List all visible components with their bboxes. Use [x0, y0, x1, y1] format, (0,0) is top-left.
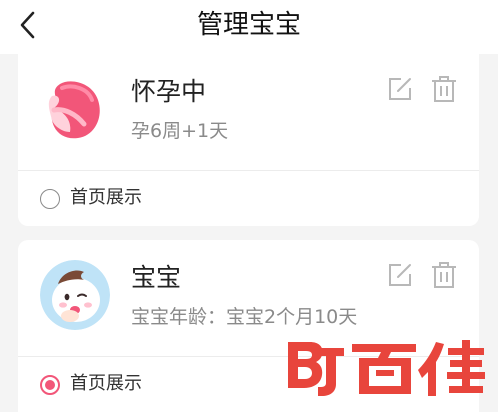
baby-status: 孕6周+1天 — [131, 120, 229, 142]
homepage-display-label: 首页展示 — [70, 373, 142, 394]
pregnant-belly-icon — [40, 74, 110, 144]
delete-button[interactable] — [431, 75, 457, 103]
watermark-logo — [286, 338, 486, 398]
edit-button[interactable] — [387, 262, 413, 288]
delete-button[interactable] — [431, 261, 457, 289]
edit-button[interactable] — [387, 76, 413, 102]
top-bar: 管理宝宝 — [0, 0, 498, 54]
baby-age: 宝宝年龄：宝宝2个月10天 — [131, 306, 358, 328]
baby-name: 宝宝 — [131, 263, 182, 292]
baby-avatar-icon — [40, 260, 110, 330]
baby-name: 怀孕中 — [131, 77, 207, 106]
homepage-display-label: 首页展示 — [70, 187, 142, 208]
trash-icon — [432, 262, 456, 288]
radio-button-selected[interactable] — [40, 375, 60, 395]
edit-icon — [389, 78, 411, 100]
baby-card-pregnancy: 怀孕中 孕6周+1天 首页展示 — [18, 54, 479, 226]
edit-icon — [389, 264, 411, 286]
divider — [18, 170, 479, 171]
radio-button[interactable] — [40, 189, 60, 209]
page-title: 管理宝宝 — [196, 10, 301, 40]
trash-icon — [432, 76, 456, 102]
